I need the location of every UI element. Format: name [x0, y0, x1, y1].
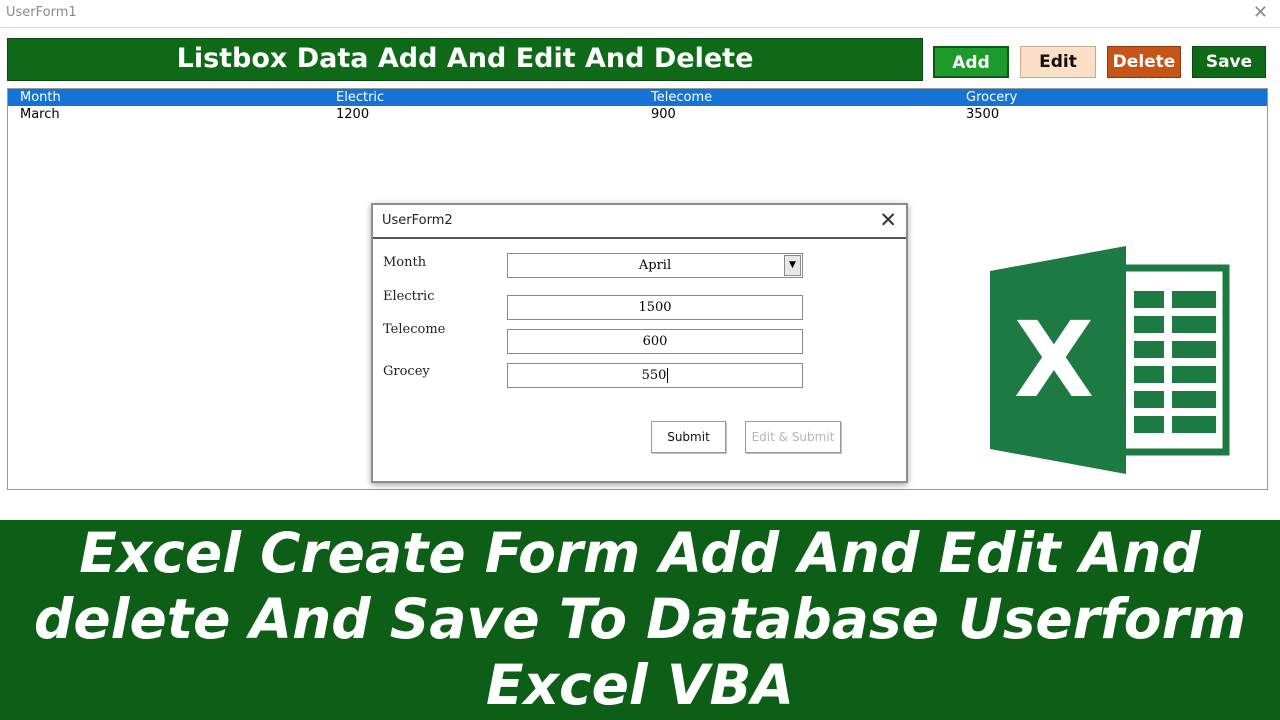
- grocey-field[interactable]: 550: [507, 363, 803, 388]
- edit-button[interactable]: Edit: [1020, 46, 1096, 78]
- telecome-value: 600: [642, 334, 668, 349]
- grocey-label: Grocey: [383, 364, 430, 379]
- column-header-telecome: Telecome: [651, 90, 713, 105]
- edit-submit-button[interactable]: Edit & Submit: [745, 421, 841, 453]
- telecome-label: Telecome: [383, 322, 446, 337]
- electric-value: 1500: [638, 300, 672, 315]
- column-header-month: Month: [20, 90, 61, 105]
- list-item[interactable]: March 1200 900 3500: [8, 107, 1267, 123]
- save-button[interactable]: Save: [1192, 46, 1266, 78]
- dialog-close-icon[interactable]: ✕: [879, 208, 897, 233]
- cell-month: March: [20, 107, 60, 122]
- month-label: Month: [383, 255, 427, 270]
- month-combobox[interactable]: April ▼: [507, 253, 803, 278]
- caption-line-2: delete And Save To Database Userform: [33, 587, 1246, 651]
- text-cursor: [667, 368, 669, 383]
- grocey-value: 550: [641, 368, 667, 383]
- add-button[interactable]: Add: [933, 46, 1009, 78]
- video-caption-banner: Excel Create Form Add And Edit And delet…: [0, 522, 1280, 720]
- cell-grocery: 3500: [966, 107, 1000, 122]
- userform1-titlebar: UserForm1 ✕: [0, 0, 1280, 28]
- electric-label: Electric: [383, 289, 435, 304]
- telecome-field[interactable]: 600: [507, 329, 803, 354]
- form-header-title: Listbox Data Add And Edit And Delete: [176, 43, 754, 74]
- cell-electric: 1200: [336, 107, 370, 122]
- userform1-title: UserForm1: [6, 5, 77, 20]
- form-header-banner: Listbox Data Add And Edit And Delete: [7, 38, 923, 81]
- delete-button[interactable]: Delete: [1107, 46, 1181, 78]
- chevron-down-icon[interactable]: ▼: [784, 255, 801, 276]
- column-header-electric: Electric: [336, 90, 385, 105]
- column-header-grocery: Grocery: [966, 90, 1018, 105]
- submit-button[interactable]: Submit: [651, 421, 726, 453]
- excel-logo-letter: X: [1014, 299, 1094, 421]
- electric-field[interactable]: 1500: [507, 295, 803, 320]
- userform1-window: UserForm1 ✕ Listbox Data Add And Edit An…: [0, 0, 1280, 520]
- close-icon[interactable]: ✕: [1253, 2, 1268, 23]
- caption-line-1: Excel Create Form Add And Edit And: [79, 521, 1201, 585]
- userform2-titlebar: UserForm2 ✕: [373, 205, 906, 239]
- excel-logo-icon: X: [990, 246, 1230, 474]
- caption-line-3: Excel VBA: [485, 653, 794, 717]
- listbox-header-row[interactable]: Month Electric Telecome Grocery: [8, 89, 1267, 106]
- month-value: April: [638, 258, 672, 273]
- userform2-dialog: UserForm2 ✕ Month April ▼ Electric 1500 …: [371, 203, 908, 483]
- cell-telecome: 900: [651, 107, 676, 122]
- userform2-title: UserForm2: [382, 213, 453, 228]
